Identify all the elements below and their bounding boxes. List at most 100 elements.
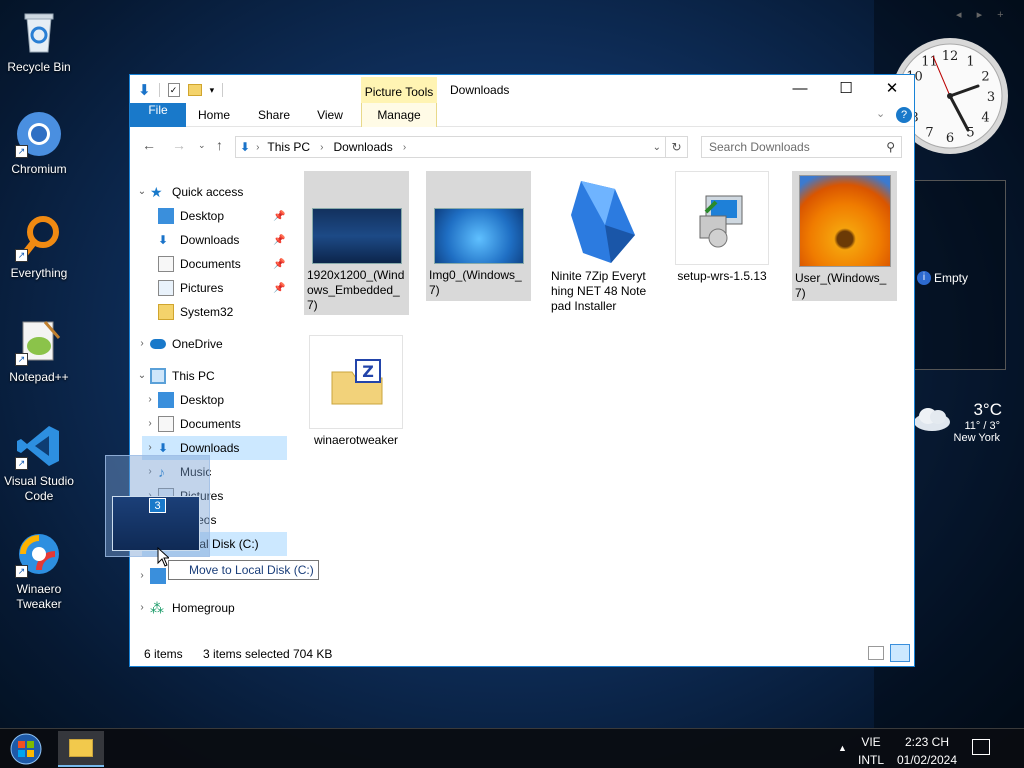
nav-qa-desktop[interactable]: Desktop — [158, 204, 286, 228]
winaero-tweaker-icon: ↗ — [15, 530, 63, 578]
language-indicator[interactable]: VIE INTL — [858, 735, 884, 767]
breadcrumb-downloads[interactable]: Downloads — [333, 140, 392, 154]
clock-area[interactable]: 2:23 CH 01/02/2024 — [896, 735, 958, 767]
desktop-icon-recycle-bin[interactable]: Recycle Bin — [2, 8, 76, 75]
clock-number: 6 — [946, 131, 954, 146]
nav-onedrive[interactable]: › OneDrive — [134, 332, 223, 356]
desktop-icon-chromium[interactable]: ↗ Chromium — [2, 110, 76, 177]
ribbon-expand-icon[interactable]: ⌄ — [876, 107, 885, 120]
clock-time: 2:23 CH — [904, 735, 950, 749]
nav-label: Pictures — [180, 281, 224, 295]
recent-locations-button[interactable]: ⌄ — [198, 140, 206, 151]
notifications-icon[interactable] — [972, 739, 990, 755]
search-input[interactable]: Search Downloads ⚲ — [701, 136, 902, 158]
chevron-right-icon[interactable]: › — [142, 412, 158, 436]
qat-dropdown-icon[interactable]: ▾ — [210, 85, 215, 96]
close-button[interactable]: ✕ — [869, 75, 915, 103]
file-item[interactable]: 1920x1200_(Windows_Embedded_7) — [304, 171, 409, 315]
nav-label: OneDrive — [172, 337, 223, 351]
zip-archive-icon: Z — [309, 335, 403, 429]
tab-file[interactable]: File — [130, 103, 186, 127]
info-icon: i — [917, 271, 931, 285]
help-icon[interactable]: ? — [896, 107, 912, 123]
desktop-icon-label: Chromium — [11, 162, 67, 176]
image-thumbnail — [433, 208, 524, 264]
chevron-right-icon[interactable]: › — [134, 564, 150, 588]
file-item[interactable]: Z winaerotweaker — [308, 335, 404, 452]
nav-pc-desktop[interactable]: › Desktop — [142, 388, 224, 412]
download-arrow-icon: ⬇ — [158, 233, 169, 247]
up-button[interactable]: ↑ — [216, 137, 223, 153]
file-list: 1920x1200_(Windows_Embedded_7) Img0_(Win… — [290, 165, 910, 640]
nav-qa-system32[interactable]: System32 — [158, 300, 233, 324]
computer-icon — [150, 368, 166, 384]
large-icons-view-icon[interactable] — [890, 644, 910, 662]
lang-code: VIE — [861, 735, 881, 749]
clock-number: 2 — [981, 70, 989, 85]
documents-icon — [158, 416, 174, 432]
file-item[interactable]: Ninite 7Zip Everything NET 48 Notepad In… — [548, 171, 653, 318]
svg-text:Z: Z — [362, 362, 374, 381]
chevron-right-icon[interactable]: › — [142, 388, 158, 412]
nav-label: Homegroup — [172, 601, 235, 615]
nav-quick-access[interactable]: ⌄ ★ Quick access — [134, 180, 244, 204]
file-item[interactable]: User_(Windows_7) — [792, 171, 897, 301]
file-item[interactable]: Img0_(Windows_7) — [426, 171, 531, 301]
image-thumbnail — [311, 208, 402, 264]
new-folder-icon[interactable] — [187, 84, 202, 96]
nav-qa-pictures[interactable]: Pictures — [158, 276, 223, 300]
file-name: Img0_(Windows_7) — [429, 268, 522, 297]
homegroup-icon: ⁂ — [150, 600, 164, 616]
maximize-button[interactable]: ☐ — [823, 75, 869, 103]
tab-view[interactable]: View — [304, 103, 356, 127]
tooltip-text: Move to Local Disk (C:) — [189, 563, 314, 577]
desktop-icon-vscode[interactable]: ↗ Visual Studio Code — [2, 422, 76, 504]
nav-qa-documents[interactable]: Documents — [158, 252, 241, 276]
forward-button[interactable]: → — [172, 137, 186, 153]
chevron-down-icon[interactable]: ⌄ — [134, 180, 150, 204]
tray-expand-icon[interactable]: ▲ — [838, 741, 847, 755]
nav-qa-downloads[interactable]: ⬇ Downloads — [158, 228, 239, 252]
pin-icon[interactable]: 📌 — [273, 235, 285, 246]
pin-icon[interactable]: 📌 — [273, 259, 285, 270]
details-view-icon[interactable] — [868, 646, 884, 660]
address-row: ← → ⌄ ↑ ⬇ › This PC › Downloads › ⌄ ↻ Se… — [130, 127, 914, 165]
address-bar[interactable]: ⬇ › This PC › Downloads › ⌄ — [235, 136, 666, 158]
file-item[interactable]: setup-wrs-1.5.13 — [674, 171, 770, 288]
start-button[interactable] — [6, 731, 46, 767]
desktop-icon-winaero[interactable]: ↗ Winaero Tweaker — [2, 530, 76, 612]
chevron-right-icon[interactable]: › — [134, 332, 150, 356]
desktop-folder-icon — [158, 208, 174, 224]
desktop-folder-icon — [158, 392, 174, 408]
down-arrow-icon[interactable]: ⬇ — [138, 81, 151, 99]
file-explorer-icon — [69, 739, 93, 757]
breadcrumb-this-pc[interactable]: This PC — [267, 140, 310, 154]
minimize-button[interactable]: — — [777, 75, 823, 103]
properties-icon[interactable]: ✓ — [167, 83, 180, 97]
chevron-right-icon[interactable]: › — [134, 596, 150, 620]
chevron-down-icon[interactable]: ⌄ — [134, 364, 150, 388]
title-bar: ⬇ ✓ ▾ Picture Tools Downloads — ☐ ✕ — [130, 75, 914, 103]
back-button[interactable]: ← — [142, 137, 156, 153]
status-bar: 6 items 3 items selected 704 KB — [130, 642, 914, 666]
file-name: User_(Windows_7) — [795, 271, 887, 300]
pin-icon[interactable]: 📌 — [273, 283, 285, 294]
desktop-icon-notepadpp[interactable]: ↗ Notepad++ — [2, 318, 76, 385]
nav-label: Downloads — [180, 233, 240, 247]
tab-home[interactable]: Home — [186, 103, 242, 127]
desktop-icon-everything[interactable]: ↗ Everything — [2, 214, 76, 281]
nav-label: System32 — [180, 305, 234, 319]
gadget-nav-arrows[interactable]: ◂ ▸ + — [956, 8, 1010, 21]
address-dropdown-icon[interactable]: ⌄ — [653, 142, 661, 153]
tab-manage[interactable]: Manage — [361, 103, 437, 127]
refresh-button[interactable]: ↻ — [666, 136, 688, 158]
clock-number: 7 — [925, 126, 933, 141]
nav-this-pc[interactable]: ⌄ This PC — [134, 364, 215, 388]
item-count: 6 items — [144, 647, 183, 661]
pin-icon[interactable]: 📌 — [273, 211, 285, 222]
ninite-installer-icon — [561, 175, 641, 265]
taskbar-file-explorer[interactable] — [58, 731, 104, 767]
tab-share[interactable]: Share — [244, 103, 304, 127]
nav-homegroup[interactable]: › ⁂ Homegroup — [134, 596, 235, 620]
nav-pc-documents[interactable]: › Documents — [142, 412, 241, 436]
